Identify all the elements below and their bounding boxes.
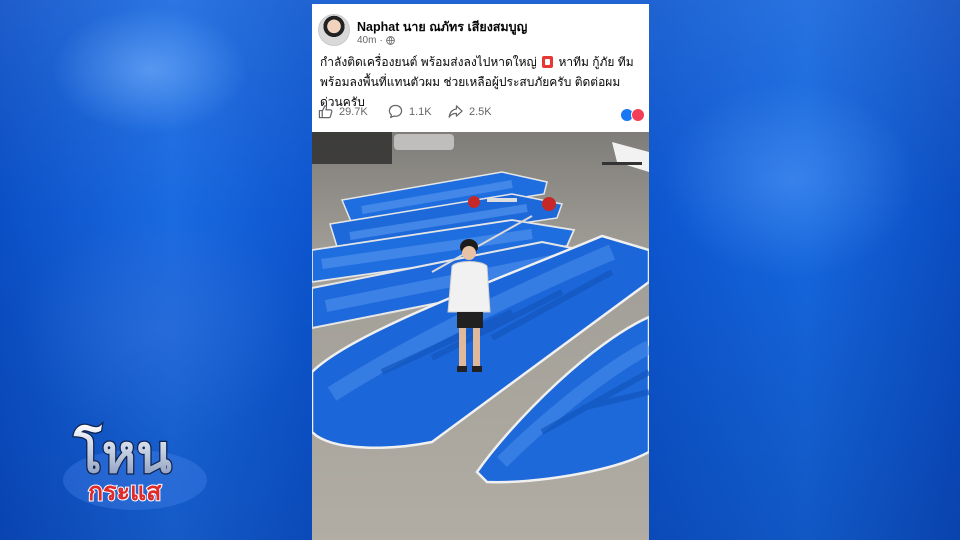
post-header: Naphat นาย ณภัทร เสียงสมบูญ 40m · (312, 4, 649, 52)
like-icon (318, 105, 333, 119)
post-text-part1: กำลังติดเครื่องยนต์ พร้อมส่งลงไปหาดใหญ่ (320, 55, 537, 69)
post-photo[interactable] (312, 132, 649, 540)
post-time[interactable]: 40m (357, 35, 376, 46)
reaction-icons[interactable] (620, 108, 645, 122)
share-icon (448, 105, 463, 118)
share-button[interactable]: 2.5K (448, 104, 492, 119)
logo-graphic: โหน กระแส (63, 422, 207, 510)
facebook-post: Naphat นาย ณภัทร เสียงสมบูญ 40m · กำลังต… (312, 4, 649, 540)
like-button[interactable]: 29.7K (318, 104, 368, 119)
like-count: 29.7K (339, 105, 368, 118)
comment-icon (388, 104, 403, 119)
post-actions: 29.7K 1.1K 2.5K (312, 104, 649, 128)
comment-count: 1.1K (409, 105, 432, 118)
flag-icon (542, 56, 554, 68)
boats-photo-illustration (312, 132, 649, 540)
author-name[interactable]: Naphat นาย ณภัทร เสียงสมบูญ (357, 17, 527, 37)
love-reaction-icon (631, 108, 645, 122)
logo-line1: โหน (73, 423, 172, 484)
logo-line2: กระแส (88, 478, 162, 506)
news-program-logo: โหน กระแส (60, 418, 210, 518)
post-meta: 40m · (357, 35, 395, 46)
avatar[interactable] (318, 14, 350, 46)
post-text: กำลังติดเครื่องยนต์ พร้อมส่งลงไปหาดใหญ่ … (312, 52, 649, 112)
share-count: 2.5K (469, 105, 492, 118)
comment-button[interactable]: 1.1K (388, 104, 432, 119)
globe-icon (385, 36, 395, 45)
